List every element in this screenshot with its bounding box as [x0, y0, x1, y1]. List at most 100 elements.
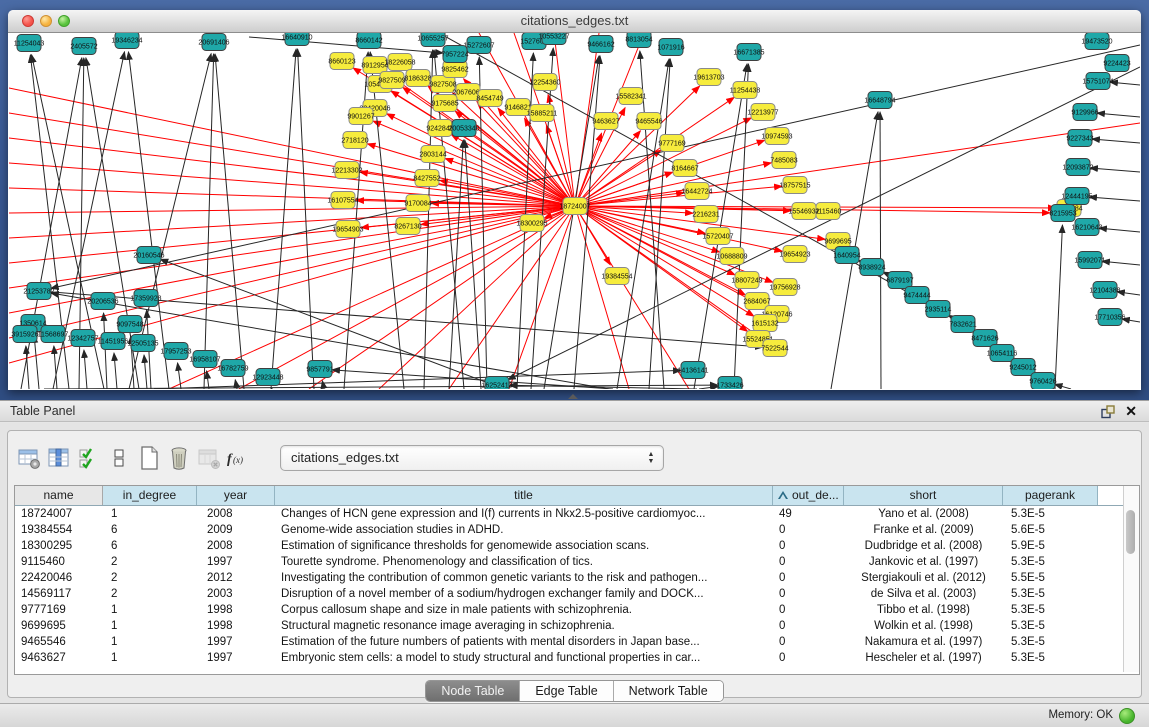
graph-node-2405572[interactable]: 2405572: [70, 38, 97, 55]
cell-short[interactable]: Nakamura et al. (1997): [844, 634, 1003, 650]
cell-name[interactable]: 9463627: [15, 650, 103, 666]
edge[interactable]: [9, 206, 575, 213]
graph-node-11254043[interactable]: 11254043: [14, 35, 45, 52]
graph-node-18807249[interactable]: 18807249: [731, 272, 762, 289]
show-column-icon[interactable]: [44, 444, 74, 472]
graph-node-9857791[interactable]: 9857791: [306, 361, 333, 378]
cell-name[interactable]: 18724007: [15, 506, 103, 522]
cell-short[interactable]: de Silva et al. (2003): [844, 586, 1003, 602]
edge[interactable]: [554, 33, 575, 206]
graph-node-21253782[interactable]: 21253782: [23, 283, 54, 300]
cell-title[interactable]: Disruption of a novel member of a sodium…: [275, 586, 773, 602]
cell-year[interactable]: 1998: [197, 602, 275, 618]
cell-out_de[interactable]: 0: [773, 634, 844, 650]
table-row[interactable]: 911546021997Tourette syndrome. Phenomeno…: [15, 554, 1139, 570]
edge[interactable]: [34, 335, 39, 389]
new-table-icon[interactable]: [134, 444, 164, 472]
cell-out_de[interactable]: 0: [773, 522, 844, 538]
graph-node-9760426[interactable]: 9760426: [1029, 373, 1056, 390]
graph-node-9129966[interactable]: 9129966: [1071, 104, 1098, 121]
edge[interactable]: [575, 150, 661, 206]
graph-node-9097548[interactable]: 9097548: [116, 316, 143, 333]
edge[interactable]: [1089, 197, 1140, 201]
graph-node-12923448[interactable]: 12923448: [252, 369, 283, 386]
column-header-pagerank[interactable]: pagerank: [1003, 486, 1098, 505]
cell-title[interactable]: Corpus callosum shape and size in male p…: [275, 602, 773, 618]
graph-node-18226058[interactable]: 18226058: [384, 54, 415, 71]
graph-node-19384554[interactable]: 19384554: [601, 268, 632, 285]
cell-out_de[interactable]: 0: [773, 570, 844, 586]
graph-node-8454749[interactable]: 8454749: [476, 90, 503, 107]
cell-name[interactable]: 9115460: [15, 554, 103, 570]
graph-node-18300295[interactable]: 18300295: [516, 215, 547, 232]
graph-node-16782759[interactable]: 16782759: [217, 360, 248, 377]
row-height-icon[interactable]: [104, 444, 134, 472]
graph-node-19613703[interactable]: 19613703: [693, 69, 724, 86]
edge[interactable]: [1099, 228, 1140, 232]
cell-pagerank[interactable]: 5.3E-5: [1003, 618, 1098, 634]
table-selector-combobox[interactable]: citations_edges.txt ▲▼: [280, 445, 664, 471]
cell-name[interactable]: 19384554: [15, 522, 103, 538]
graph-node-9465546[interactable]: 9465546: [635, 113, 662, 130]
graph-node-12505135[interactable]: 12505135: [127, 335, 158, 352]
cell-title[interactable]: Estimation of the future numbers of pati…: [275, 634, 773, 650]
graph-node-8215953[interactable]: 8215953: [1049, 205, 1076, 222]
cell-out_de[interactable]: 0: [773, 586, 844, 602]
cell-title[interactable]: Tourette syndrome. Phenomenology and cla…: [275, 554, 773, 570]
graph-node-8471626[interactable]: 8471626: [971, 330, 998, 347]
vertical-scrollbar[interactable]: [1123, 486, 1139, 672]
graph-node-1733426[interactable]: 1733426: [716, 377, 743, 390]
graph-node-19473520[interactable]: 19473520: [1081, 33, 1112, 50]
cell-name[interactable]: 9699695: [15, 618, 103, 634]
graph-node-16958107[interactable]: 16958107: [189, 351, 220, 368]
cell-pagerank[interactable]: 5.6E-5: [1003, 522, 1098, 538]
edge[interactable]: [215, 54, 244, 389]
edge[interactable]: [694, 64, 747, 389]
edge[interactable]: [271, 49, 296, 389]
cell-year[interactable]: 1997: [197, 554, 275, 570]
cell-short[interactable]: Yano et al. (2008): [844, 506, 1003, 522]
cell-in_degree[interactable]: 2: [103, 570, 197, 586]
graph-node-17957253[interactable]: 17957253: [160, 343, 191, 360]
cell-year[interactable]: 2008: [197, 506, 275, 522]
table-row[interactable]: 946554611997Estimation of the future num…: [15, 634, 1139, 650]
edge[interactable]: [84, 350, 87, 389]
table-row[interactable]: 2242004622012Investigating the contribut…: [15, 570, 1139, 586]
graph-node-19346234[interactable]: 19346234: [111, 33, 142, 49]
cell-short[interactable]: Wolkin et al. (1998): [844, 618, 1003, 634]
graph-node-9224423[interactable]: 9224423: [1103, 55, 1130, 72]
graph-node-20160546[interactable]: 20160546: [133, 247, 164, 264]
graph-node-12213302[interactable]: 12213302: [331, 162, 362, 179]
column-header-out_de[interactable]: out_de...: [773, 486, 844, 505]
graph-node-11568697[interactable]: 11568697: [38, 326, 69, 343]
graph-node-8164667[interactable]: 8164667: [671, 160, 698, 177]
graph-node-15992071[interactable]: 15992071: [1074, 252, 1105, 269]
cell-short[interactable]: Dudbridge et al. (2008): [844, 538, 1003, 554]
edge[interactable]: [1110, 82, 1140, 85]
cell-pagerank[interactable]: 5.3E-5: [1003, 554, 1098, 570]
edge[interactable]: [114, 353, 117, 389]
edge[interactable]: [51, 45, 1140, 288]
graph-node-9170084[interactable]: 9170084: [404, 195, 431, 212]
graph-node-8186328[interactable]: 8186328: [404, 70, 431, 87]
edge[interactable]: [104, 313, 107, 389]
graph-node-12213977[interactable]: 12213977: [747, 104, 778, 121]
graph-node-15720407[interactable]: 15720407: [702, 228, 733, 245]
cell-year[interactable]: 2012: [197, 570, 275, 586]
column-header-name[interactable]: name: [15, 486, 103, 505]
delete-attribute-icon[interactable]: [164, 444, 194, 472]
graph-node-7485083[interactable]: 7485083: [770, 152, 797, 169]
edge[interactable]: [699, 387, 718, 389]
cell-name[interactable]: 22420046: [15, 570, 103, 586]
edge[interactable]: [509, 206, 575, 389]
table-row[interactable]: 1872400712008Changes of HCN gene express…: [15, 506, 1139, 522]
edge[interactable]: [1092, 139, 1140, 143]
cell-in_degree[interactable]: 1: [103, 650, 197, 666]
graph-node-15582341[interactable]: 15582341: [615, 88, 646, 105]
column-header-title[interactable]: title: [275, 486, 773, 505]
network-canvas[interactable]: 1872400786601238912954182260581054339298…: [9, 33, 1140, 389]
graph-node-16671385[interactable]: 16671385: [733, 44, 764, 61]
edge[interactable]: [1090, 168, 1140, 172]
tab-node-table[interactable]: Node Table: [426, 681, 520, 701]
split-pane-handle[interactable]: [568, 394, 578, 399]
